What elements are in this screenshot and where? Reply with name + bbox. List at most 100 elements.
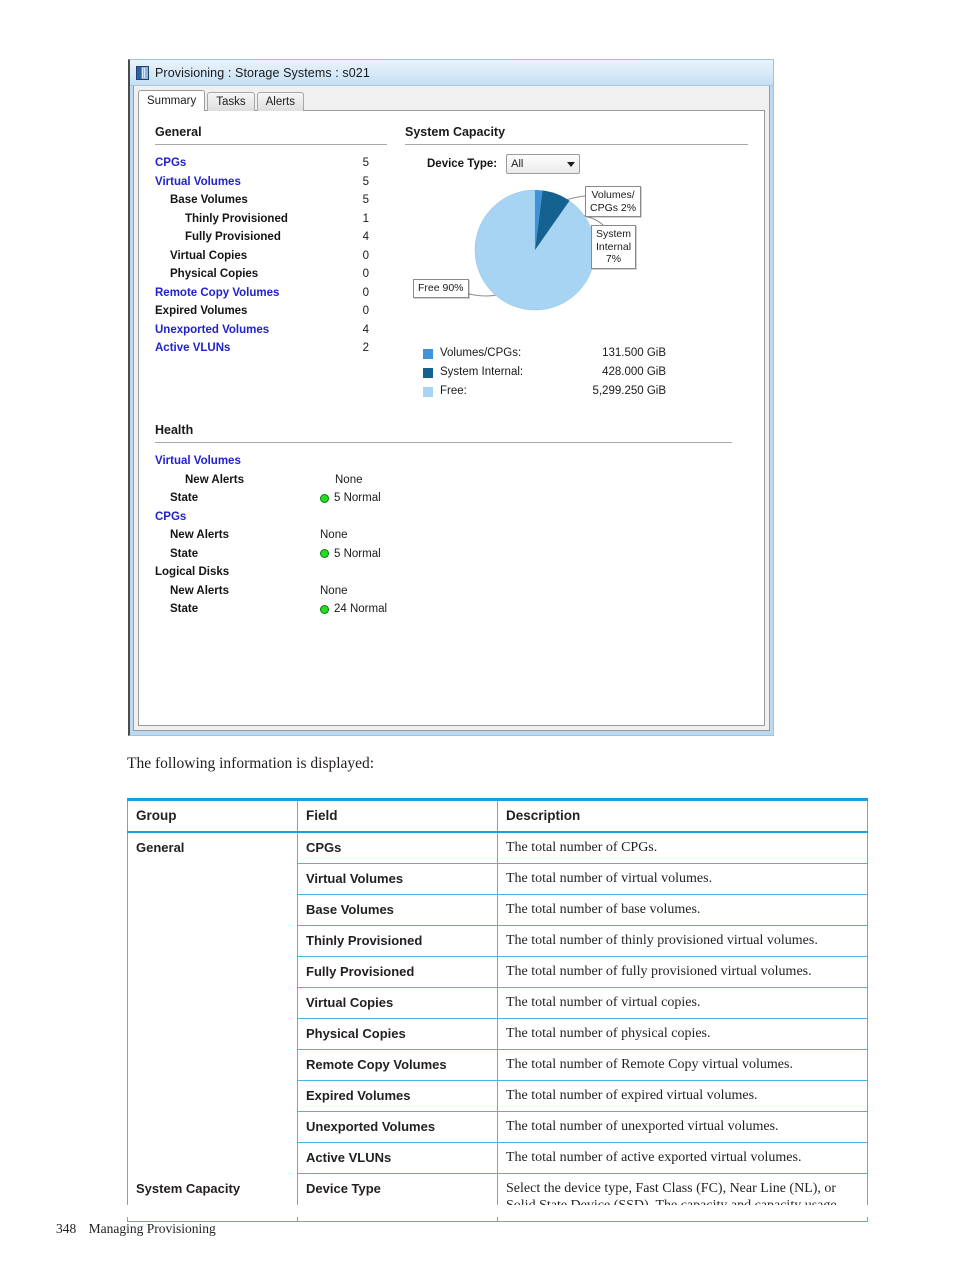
description-cell: The total number of virtual copies. — [497, 987, 868, 1019]
label-thinly-provisioned: Thinly Provisioned — [185, 212, 288, 225]
link-active-vluns[interactable]: Active VLUNs — [155, 339, 230, 358]
field-cell: Virtual Copies — [297, 987, 498, 1019]
value-vv-new-alerts: None — [335, 473, 363, 486]
health-row-cpgs-new-alerts: New Alerts None — [155, 526, 732, 545]
field-cell: Physical Copies — [297, 1018, 498, 1050]
table-row: General CPGs The total number of CPGs. — [127, 831, 868, 1174]
link-cpgs[interactable]: CPGs — [155, 154, 186, 173]
device-type-select[interactable]: All — [506, 154, 581, 174]
health-row-ld-state: State 24 Normal — [155, 600, 732, 619]
description-cell: The total number of physical copies. — [497, 1018, 868, 1050]
tab-summary[interactable]: Summary — [138, 90, 206, 111]
link-health-virtual-volumes[interactable]: Virtual Volumes — [155, 452, 305, 471]
legend-label-volumes-cpgs: Volumes/CPGs: — [440, 347, 522, 359]
value-thinly-provisioned: 1 — [362, 212, 369, 225]
capacity-legend: Volumes/CPGs: 131.500 GiB System Interna… — [423, 344, 748, 401]
legend-item-system-internal: System Internal: 428.000 GiB — [423, 363, 748, 382]
page-bottom-clip — [0, 1205, 954, 1217]
table-header-row: Group Field Description — [127, 798, 868, 833]
description-cell: The total number of thinly provisioned v… — [497, 925, 868, 957]
value-virtual-copies: 0 — [362, 249, 369, 262]
field-cell: Remote Copy Volumes — [297, 1049, 498, 1081]
label-virtual-copies: Virtual Copies — [170, 249, 248, 262]
label-fully-provisioned: Fully Provisioned — [185, 231, 281, 243]
field-cell: Base Volumes — [297, 894, 498, 926]
health-group-virtual-volumes: Virtual Volumes — [155, 452, 732, 471]
link-health-cpgs[interactable]: CPGs — [155, 508, 305, 527]
status-dot-icon — [320, 549, 329, 559]
value-active-vluns: 2 — [362, 342, 369, 354]
table-header-field: Field — [297, 798, 498, 833]
value-remote-copy-volumes: 0 — [362, 286, 369, 299]
group-cell-general: General — [127, 831, 298, 1174]
storage-system-icon — [136, 65, 149, 80]
footer-chapter: Managing Provisioning — [88, 1221, 216, 1236]
field-cell: Expired Volumes — [297, 1080, 498, 1112]
value-cpgs-state: 5 Normal — [320, 545, 381, 564]
health-group-logical-disks: Logical Disks — [155, 563, 732, 582]
table-header-group: Group — [127, 798, 298, 833]
tab-tasks[interactable]: Tasks — [207, 92, 255, 111]
value-ld-state: 24 Normal — [320, 600, 387, 619]
document-page: Provisioning : Storage Systems : s021 Su… — [0, 0, 954, 1271]
general-row-thinly-provisioned: Thinly Provisioned 1 — [155, 210, 387, 229]
health-section: Health Virtual Volumes New Alerts None S… — [155, 423, 748, 619]
status-dot-icon — [320, 493, 329, 503]
capacity-pie-chart: Volumes/ CPGs 2% System Internal 7% Free… — [405, 178, 748, 330]
tab-alerts[interactable]: Alerts — [256, 92, 305, 111]
legend-value-system-internal: 428.000 GiB — [602, 366, 666, 378]
field-cell: Active VLUNs — [297, 1142, 498, 1174]
description-cell: The total number of unexported virtual v… — [497, 1111, 868, 1143]
label-ld-state: State — [170, 603, 199, 615]
field-cell: CPGs — [297, 831, 498, 864]
general-row-virtual-volumes: Virtual Volumes 5 — [155, 173, 387, 192]
label-base-volumes: Base Volumes — [170, 194, 248, 206]
system-capacity-heading: System Capacity — [405, 125, 748, 145]
legend-swatch-free — [423, 386, 433, 397]
general-row-active-vluns: Active VLUNs 2 — [155, 339, 387, 358]
label-vv-state: State — [170, 492, 199, 504]
description-cell: The total number of CPGs. — [497, 831, 868, 864]
general-heading: General — [155, 125, 387, 145]
window-title-bar: Provisioning : Storage Systems : s021 — [130, 60, 773, 86]
value-ld-new-alerts: None — [320, 584, 348, 597]
callout-system-internal: System Internal 7% — [591, 225, 637, 269]
label-ld-new-alerts: New Alerts — [170, 584, 230, 597]
device-type-row: Device Type: All — [427, 154, 748, 174]
field-cell: Virtual Volumes — [297, 863, 498, 895]
device-type-label: Device Type: — [427, 158, 498, 170]
general-row-physical-copies: Physical Copies 0 — [155, 265, 387, 284]
description-cell: The total number of expired virtual volu… — [497, 1080, 868, 1112]
window-client-area: Summary Tasks Alerts General CPGs 5 Virt… — [133, 86, 770, 731]
value-cpgs-new-alerts: None — [320, 529, 348, 541]
value-fully-provisioned: 4 — [362, 231, 369, 243]
link-virtual-volumes[interactable]: Virtual Volumes — [155, 173, 241, 192]
intro-paragraph: The following information is displayed: — [127, 755, 375, 772]
status-dot-icon — [320, 604, 329, 614]
field-cell: Unexported Volumes — [297, 1111, 498, 1143]
general-row-unexported-volumes: Unexported Volumes 4 — [155, 321, 387, 340]
link-unexported-volumes[interactable]: Unexported Volumes — [155, 321, 269, 340]
general-row-cpgs: CPGs 5 — [155, 154, 387, 173]
description-cell: The total number of base volumes. — [497, 894, 868, 926]
value-base-volumes: 5 — [362, 194, 369, 206]
general-row-base-volumes: Base Volumes 5 — [155, 191, 387, 210]
table-header-description: Description — [497, 798, 868, 833]
label-health-logical-disks: Logical Disks — [155, 566, 230, 578]
general-row-remote-copy-volumes: Remote Copy Volumes 0 — [155, 284, 387, 303]
legend-label-system-internal: System Internal: — [440, 366, 524, 378]
description-cell: The total number of active exported virt… — [497, 1142, 868, 1174]
general-row-fully-provisioned: Fully Provisioned 4 — [155, 228, 387, 247]
label-physical-copies: Physical Copies — [170, 268, 259, 280]
health-heading: Health — [155, 423, 732, 443]
legend-label-free: Free: — [440, 385, 467, 397]
description-cell: The total number of virtual volumes. — [497, 863, 868, 895]
value-virtual-volumes: 5 — [362, 175, 369, 188]
pie-svg — [460, 189, 613, 311]
legend-item-free: Free: 5,299.250 GiB — [423, 382, 748, 401]
legend-value-volumes-cpgs: 131.500 GiB — [602, 347, 666, 359]
health-row-vv-new-alerts: New Alerts None — [155, 471, 732, 490]
link-remote-copy-volumes[interactable]: Remote Copy Volumes — [155, 284, 279, 303]
label-expired-volumes: Expired Volumes — [155, 305, 248, 317]
value-physical-copies: 0 — [362, 268, 369, 280]
